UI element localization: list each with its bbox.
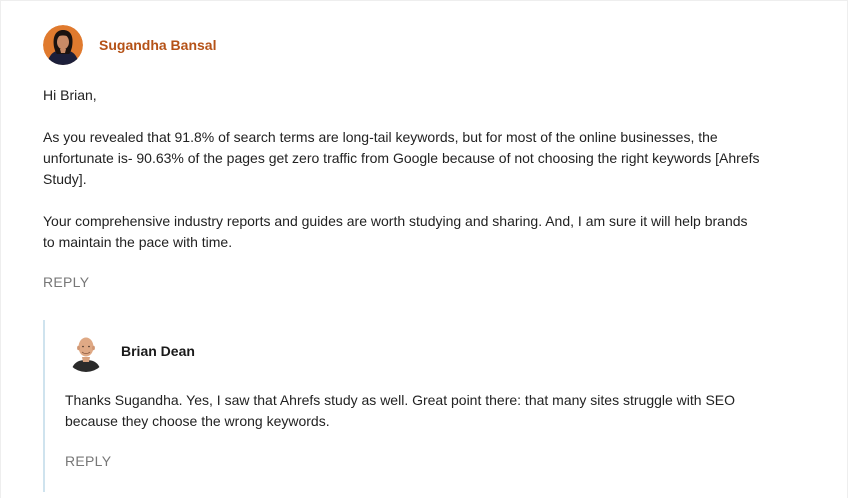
avatar[interactable] xyxy=(65,330,107,372)
author-name[interactable]: Brian Dean xyxy=(121,344,195,358)
comment-paragraph: As you revealed that 91.8% of search ter… xyxy=(43,129,760,187)
comment-header: Sugandha Bansal xyxy=(43,24,763,66)
reply-button[interactable]: REPLY xyxy=(65,453,111,469)
comment-body: Hi Brian, As you revealed that 91.8% of … xyxy=(43,85,763,253)
comment-sugandha: Sugandha Bansal Hi Brian, As you reveale… xyxy=(43,24,763,292)
comment-paragraph: Hi Brian, xyxy=(43,87,97,103)
comment-brian: Brian Dean Thanks Sugandha. Yes, I saw t… xyxy=(65,328,765,471)
reply-button[interactable]: REPLY xyxy=(43,274,89,290)
avatar-woman-icon xyxy=(43,25,83,65)
comment-paragraph: Your comprehensive industry reports and … xyxy=(43,213,748,250)
reply-thread: Brian Dean Thanks Sugandha. Yes, I saw t… xyxy=(43,320,785,492)
comment-paragraph: Thanks Sugandha. Yes, I saw that Ahrefs … xyxy=(65,392,736,429)
avatar-man-icon xyxy=(65,330,107,372)
avatar[interactable] xyxy=(43,25,83,65)
comment-header: Brian Dean xyxy=(65,328,765,374)
comment-body: Thanks Sugandha. Yes, I saw that Ahrefs … xyxy=(65,390,765,432)
author-name[interactable]: Sugandha Bansal xyxy=(99,38,216,52)
